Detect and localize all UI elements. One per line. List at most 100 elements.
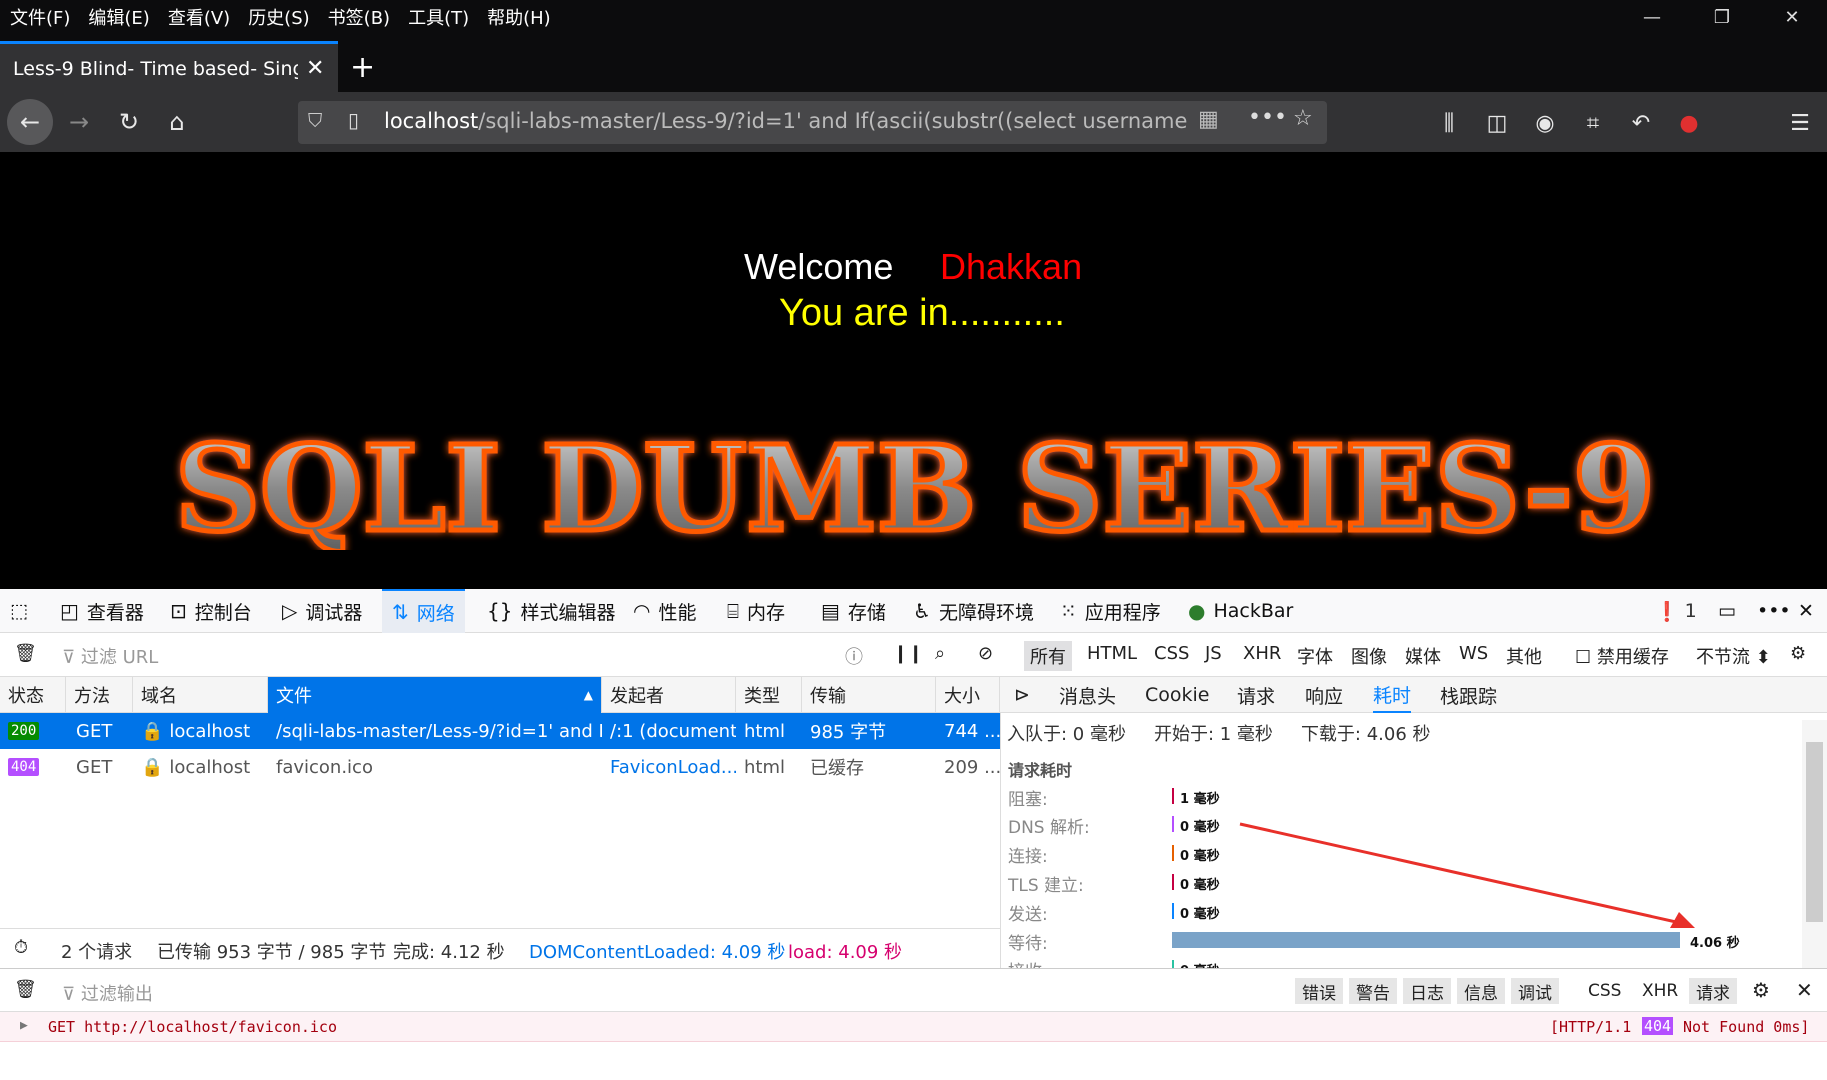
- tab-performance[interactable]: ◠ 性能: [633, 589, 696, 633]
- disable-cache-checkbox[interactable]: ☐ 禁用缓存: [1575, 643, 1669, 669]
- console-filter-errors[interactable]: 错误: [1295, 978, 1343, 1004]
- back-icon[interactable]: ←: [7, 99, 53, 145]
- filter-html[interactable]: HTML: [1087, 643, 1137, 664]
- col-method[interactable]: 方法: [66, 677, 133, 713]
- console-filter-input[interactable]: ⊽ 过滤输出: [62, 980, 153, 1006]
- console-message[interactable]: ▶ GET http://localhost/favicon.ico [HTTP…: [0, 1012, 1827, 1042]
- menu-bookmarks[interactable]: 书签(B): [328, 4, 390, 30]
- console-filter-warnings[interactable]: 警告: [1349, 978, 1397, 1004]
- table-row[interactable]: 404 GET 🔒 localhost favicon.ico FaviconLo…: [0, 749, 1000, 785]
- block-icon[interactable]: ⊘: [978, 643, 993, 664]
- browser-tab[interactable]: Less-9 Blind- Time based- Single ✕: [0, 41, 338, 93]
- tab-accessibility[interactable]: ♿ 无障碍环境: [913, 589, 1034, 633]
- help-icon[interactable]: ⓘ: [845, 643, 863, 669]
- filter-ws[interactable]: WS: [1459, 643, 1488, 664]
- console-filter-requests[interactable]: 请求: [1689, 978, 1737, 1004]
- reload-icon[interactable]: ↻: [106, 99, 152, 145]
- account-icon[interactable]: ◉: [1530, 108, 1560, 138]
- pause-icon[interactable]: ❙❙: [893, 643, 923, 664]
- table-row[interactable]: 200 GET 🔒 localhost /sqli-labs-master/Les…: [0, 713, 1000, 749]
- page-info-icon[interactable]: ▯: [348, 108, 359, 132]
- restore-icon[interactable]: ❐: [1687, 0, 1757, 34]
- console-filter-logs[interactable]: 日志: [1403, 978, 1451, 1004]
- tab-hackbar[interactable]: ● HackBar: [1188, 589, 1293, 633]
- tab-application[interactable]: ⁙ 应用程序: [1060, 589, 1161, 633]
- filter-url-input[interactable]: ⊽ 过滤 URL: [62, 643, 158, 669]
- col-type[interactable]: 类型: [736, 677, 802, 713]
- tab-stack-trace[interactable]: 栈跟踪: [1440, 677, 1497, 713]
- menu-help[interactable]: 帮助(H): [487, 4, 551, 30]
- tab-network[interactable]: ⇅ 网络: [382, 589, 465, 633]
- close-console-icon[interactable]: ✕: [1796, 978, 1813, 1002]
- close-devtools-icon[interactable]: ✕: [1798, 589, 1814, 633]
- tab-storage[interactable]: ▤ 存储: [821, 589, 886, 633]
- details-scrollbar[interactable]: [1802, 720, 1827, 968]
- col-domain[interactable]: 域名: [133, 677, 268, 713]
- screenshot-icon[interactable]: ⌗: [1578, 108, 1608, 138]
- console-settings-icon[interactable]: ⚙: [1752, 978, 1770, 1002]
- shield-icon[interactable]: ⛉: [308, 110, 322, 132]
- menu-tools[interactable]: 工具(T): [408, 4, 469, 30]
- sidebar-icon[interactable]: ◫: [1482, 108, 1512, 138]
- col-status[interactable]: 状态: [0, 677, 66, 713]
- console-filter-xhr[interactable]: XHR: [1635, 978, 1686, 1004]
- filter-all[interactable]: 所有: [1024, 641, 1072, 671]
- menu-edit[interactable]: 编辑(E): [88, 4, 149, 30]
- home-icon[interactable]: ⌂: [154, 99, 200, 145]
- tab-style-editor[interactable]: {} 样式编辑器: [487, 589, 615, 633]
- tab-headers[interactable]: 消息头: [1059, 677, 1116, 713]
- tab-console[interactable]: ⊡ 控制台: [170, 589, 252, 633]
- filter-images[interactable]: 图像: [1351, 643, 1387, 669]
- console-filter-css[interactable]: CSS: [1581, 978, 1629, 1004]
- search-icon[interactable]: ⌕: [935, 643, 945, 664]
- forward-icon[interactable]: →: [56, 99, 102, 145]
- filter-media[interactable]: 媒体: [1405, 643, 1441, 669]
- devtools-menu-icon[interactable]: •••: [1757, 589, 1791, 633]
- menu-file[interactable]: 文件(F): [10, 4, 70, 30]
- qr-code-icon[interactable]: ▦: [1198, 107, 1219, 132]
- scrollbar-thumb[interactable]: [1806, 742, 1823, 922]
- element-picker-icon[interactable]: ⬚: [10, 589, 28, 633]
- tab-cookies[interactable]: Cookie: [1145, 677, 1210, 713]
- filter-fonts[interactable]: 字体: [1297, 643, 1333, 669]
- page-actions-icon[interactable]: •••: [1248, 105, 1287, 130]
- col-transfer[interactable]: 传输: [802, 677, 936, 713]
- console-filter-info[interactable]: 信息: [1457, 978, 1505, 1004]
- console-trash-icon[interactable]: 🗑: [14, 979, 37, 1000]
- url-bar[interactable]: ⛉ ▯ localhost/sqli-labs-master/Less-9/?i…: [298, 101, 1327, 144]
- tab-timings[interactable]: 耗时: [1373, 677, 1412, 713]
- responsive-mode-icon[interactable]: ▭: [1718, 589, 1736, 633]
- col-file[interactable]: 文件 ▲: [268, 677, 602, 713]
- cell-initiator[interactable]: FaviconLoad...: [602, 749, 736, 785]
- extension-icon[interactable]: ●: [1674, 108, 1704, 138]
- tab-close-icon[interactable]: ✕: [306, 56, 324, 81]
- col-size[interactable]: 大小: [936, 677, 1000, 713]
- tab-request[interactable]: 请求: [1237, 677, 1275, 713]
- console-filter-debug[interactable]: 调试: [1511, 978, 1559, 1004]
- filter-other[interactable]: 其他: [1506, 643, 1542, 669]
- filter-css[interactable]: CSS: [1154, 643, 1189, 664]
- new-tab-button[interactable]: +: [350, 50, 375, 85]
- col-initiator[interactable]: 发起者: [602, 677, 736, 713]
- library-icon[interactable]: ⫼: [1434, 108, 1464, 138]
- trash-icon[interactable]: 🗑: [14, 643, 37, 664]
- throttle-select[interactable]: 不节流 ⬍: [1696, 643, 1771, 669]
- filter-js[interactable]: JS: [1205, 643, 1222, 664]
- tab-response[interactable]: 响应: [1305, 677, 1343, 713]
- filter-xhr[interactable]: XHR: [1243, 643, 1281, 664]
- close-window-icon[interactable]: ✕: [1757, 0, 1827, 34]
- minimize-icon[interactable]: —: [1617, 0, 1687, 34]
- network-settings-icon[interactable]: ⚙: [1790, 643, 1806, 664]
- bookmark-star-icon[interactable]: ☆: [1293, 106, 1313, 131]
- tab-memory[interactable]: ⌸ 内存: [727, 589, 785, 633]
- cell-initiator[interactable]: /:1 (document): [602, 713, 736, 749]
- hamburger-menu-icon[interactable]: ☰: [1785, 108, 1815, 138]
- tab-inspector[interactable]: ◰ 查看器: [60, 589, 144, 633]
- tab-debugger[interactable]: ▷ 调试器: [282, 589, 362, 633]
- error-count-badge[interactable]: ❗ 1: [1655, 589, 1697, 633]
- toggle-panel-icon[interactable]: ⊳: [1014, 677, 1030, 713]
- expand-arrow-icon[interactable]: ▶: [20, 1018, 28, 1033]
- undo-icon[interactable]: ↶: [1626, 108, 1656, 138]
- menu-view[interactable]: 查看(V): [168, 4, 230, 30]
- menu-history[interactable]: 历史(S): [248, 4, 309, 30]
